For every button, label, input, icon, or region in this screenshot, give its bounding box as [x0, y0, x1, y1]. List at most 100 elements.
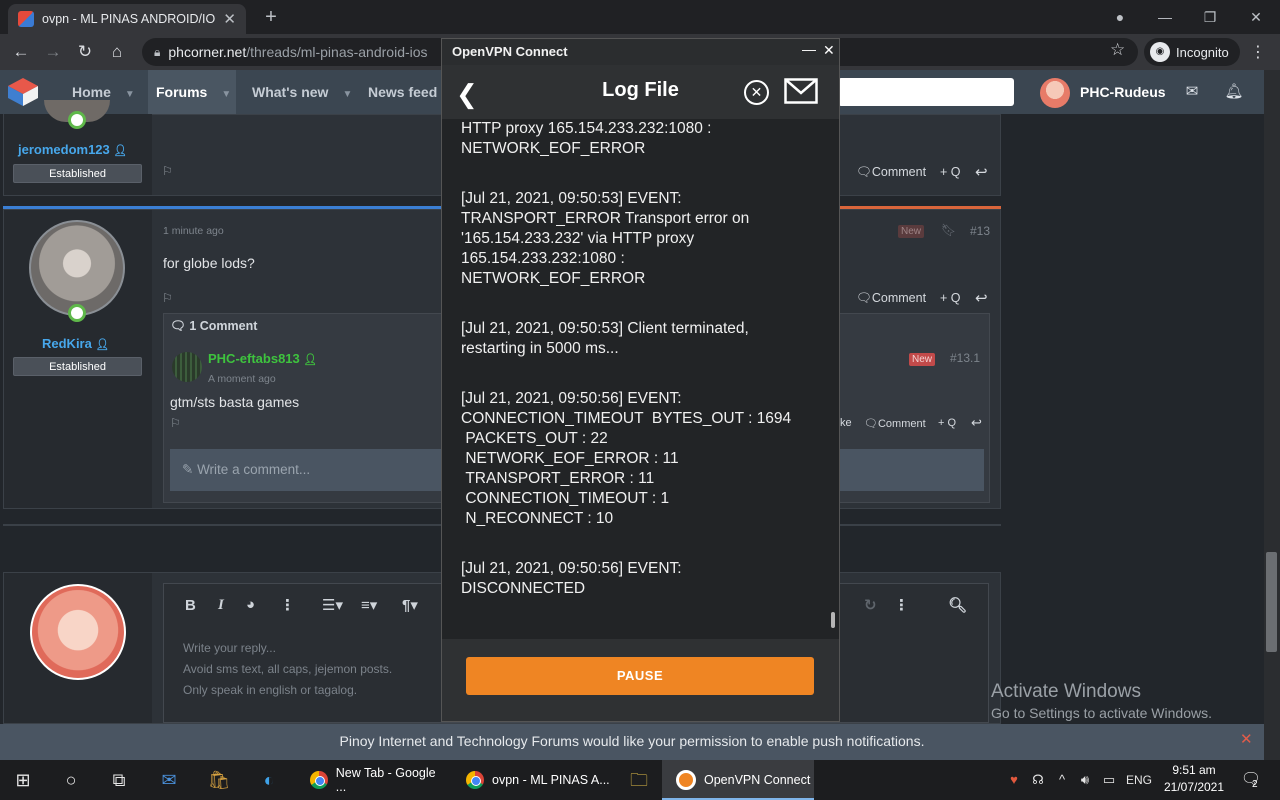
tab-title: ovpn - ML PINAS ANDROID/IOS: [42, 12, 216, 26]
taskbar-app-openvpn[interactable]: OpenVPN Connect: [662, 760, 814, 800]
chevron-down-icon[interactable]: ▼: [342, 89, 352, 100]
comment-button[interactable]: 🗨︎Comment: [856, 291, 926, 306]
language-indicator[interactable]: ENG: [1122, 760, 1156, 800]
post-timestamp[interactable]: 1 minute ago: [163, 225, 224, 237]
minimize-button[interactable]: —: [802, 41, 816, 57]
lock-icon: 🔒︎: [154, 44, 161, 59]
taskbar-clock[interactable]: 9:51 am 21/07/2021: [1154, 762, 1234, 796]
italic-icon[interactable]: I: [218, 597, 224, 614]
redo-icon[interactable]: ↻: [864, 596, 877, 614]
quote-button[interactable]: + Q: [940, 291, 961, 305]
browser-tab[interactable]: ovpn - ML PINAS ANDROID/IOS ✕: [8, 4, 246, 34]
comment-timestamp[interactable]: A moment ago: [208, 373, 276, 385]
log-scrollbar-thumb[interactable]: [831, 612, 835, 628]
restore-button[interactable]: ❐: [1190, 4, 1230, 30]
incognito-indicator[interactable]: ◉ Incognito: [1144, 38, 1240, 66]
push-notification-banner[interactable]: Pinoy Internet and Technology Forums wou…: [0, 724, 1264, 760]
file-explorer-icon[interactable]: 🗀︎: [616, 760, 662, 800]
like-button[interactable]: ke: [840, 417, 852, 429]
url-path: /threads/ml-pinas-android-ios: [246, 44, 428, 60]
chevron-down-icon[interactable]: ▼: [125, 89, 135, 100]
close-window-button[interactable]: ✕: [823, 42, 835, 59]
post-username[interactable]: jeromedom123 👤︎: [18, 142, 127, 157]
more-options-icon[interactable]: ⋮: [280, 596, 295, 614]
tray-app-icon[interactable]: ♥: [1004, 760, 1024, 800]
close-icon[interactable]: ✕: [1240, 730, 1253, 748]
avatar[interactable]: [172, 352, 202, 382]
avatar[interactable]: [29, 220, 125, 316]
email-log-icon[interactable]: [784, 78, 818, 104]
nav-forums[interactable]: Forums ▼: [148, 70, 236, 114]
reply-share-icon[interactable]: ↩: [975, 163, 988, 181]
nav-news-feed[interactable]: News feed: [360, 70, 445, 114]
bookmark-star-icon[interactable]: ☆: [1110, 40, 1125, 60]
pause-button[interactable]: PAUSE: [466, 657, 814, 695]
clear-log-icon[interactable]: ✕: [744, 80, 769, 105]
taskbar-app-ovpn-tab[interactable]: ovpn - ML PINAS A...: [452, 760, 612, 800]
site-search-input[interactable]: [838, 78, 1014, 106]
task-view-icon[interactable]: ⧉: [96, 760, 142, 800]
home-button[interactable]: ⌂: [104, 40, 130, 64]
log-entry: [Jul 21, 2021, 09:50:56] EVENT: DISCONNE…: [461, 560, 682, 597]
more-options-icon[interactable]: ⋮: [894, 596, 909, 614]
quote-button[interactable]: + Q: [940, 165, 961, 179]
tray-headset-icon[interactable]: ☊: [1028, 760, 1048, 800]
tab-search-icon[interactable]: ●: [1100, 4, 1140, 30]
browser-menu-icon[interactable]: ⋮: [1250, 42, 1266, 62]
comment-username[interactable]: PHC-eftabs813 👤︎: [208, 351, 317, 366]
taskbar-app-new-tab[interactable]: New Tab - Google ...: [296, 760, 448, 800]
close-window-button[interactable]: ✕: [1236, 4, 1276, 30]
nav-whats-new[interactable]: What's new ▼: [244, 70, 360, 114]
store-app-icon[interactable]: 🛍︎: [196, 760, 242, 800]
list-icon[interactable]: ☰▾: [322, 596, 343, 614]
comment-button[interactable]: 🗨︎Comment: [856, 165, 926, 180]
volume-icon[interactable]: 🔊︎: [1074, 760, 1096, 800]
avatar[interactable]: [1040, 78, 1070, 108]
online-status-icon: [68, 304, 86, 322]
color-palette-icon[interactable]: ◕: [246, 596, 255, 613]
search-icon[interactable]: ○: [48, 760, 94, 800]
network-icon[interactable]: ▭: [1098, 760, 1120, 800]
comments-header[interactable]: 🗨︎ 1 Comment: [170, 319, 257, 334]
paragraph-icon[interactable]: ¶▾: [402, 596, 418, 614]
windows-start-icon[interactable]: ⊞: [0, 760, 46, 800]
post-number[interactable]: #13: [970, 224, 990, 238]
log-entry: [Jul 21, 2021, 09:50:53] EVENT: TRANSPOR…: [461, 190, 750, 287]
chevron-down-icon[interactable]: ▼: [221, 89, 231, 100]
reply-share-icon[interactable]: ↩: [971, 415, 982, 431]
notification-center-icon[interactable]: 🗨︎: [1236, 760, 1266, 800]
site-logo-icon[interactable]: [6, 76, 40, 108]
alerts-bell-icon[interactable]: 🔔︎: [1222, 80, 1246, 104]
report-flag-icon[interactable]: ⚐: [170, 416, 181, 430]
preview-icon[interactable]: 🔍︎: [948, 596, 967, 614]
comment-number[interactable]: #13.1: [950, 351, 980, 365]
reply-share-icon[interactable]: ↩: [975, 289, 988, 307]
post-username[interactable]: RedKira 👤︎: [42, 336, 109, 351]
comment-button[interactable]: 🗨︎Comment: [864, 417, 926, 430]
incognito-icon: ◉: [1150, 42, 1170, 62]
bold-icon[interactable]: B: [185, 597, 196, 614]
report-flag-icon[interactable]: ⚐: [162, 164, 173, 178]
reload-button[interactable]: ↻: [72, 40, 98, 64]
bookmark-icon[interactable]: 🔖︎: [941, 223, 956, 237]
back-button[interactable]: ←: [8, 40, 34, 64]
minimize-button[interactable]: —: [1145, 4, 1185, 30]
editor-placeholder: Write your reply... Avoid sms text, all …: [183, 641, 393, 697]
close-tab-icon[interactable]: ✕: [223, 10, 236, 28]
log-content[interactable]: HTTP proxy 165.154.233.232:1080 : NETWOR…: [442, 119, 839, 639]
page-scrollbar[interactable]: [1264, 70, 1280, 760]
inbox-icon[interactable]: ✉: [1180, 80, 1204, 104]
tray-expand-icon[interactable]: ^: [1052, 760, 1072, 800]
new-tab-button[interactable]: +: [258, 4, 284, 30]
page-scrollbar-thumb[interactable]: [1266, 552, 1277, 652]
align-icon[interactable]: ≡▾: [361, 596, 377, 614]
openvpn-titlebar[interactable]: OpenVPN Connect: [442, 39, 839, 65]
forward-button[interactable]: →: [40, 40, 66, 64]
report-flag-icon[interactable]: ⚐: [162, 291, 173, 305]
mail-app-icon[interactable]: ✉: [146, 760, 192, 800]
quote-button[interactable]: + Q: [938, 417, 956, 429]
edge-browser-icon[interactable]: ◐: [246, 760, 292, 800]
incognito-label: Incognito: [1176, 44, 1229, 60]
new-badge: New: [909, 353, 936, 366]
account-username[interactable]: PHC-Rudeus: [1080, 70, 1166, 114]
